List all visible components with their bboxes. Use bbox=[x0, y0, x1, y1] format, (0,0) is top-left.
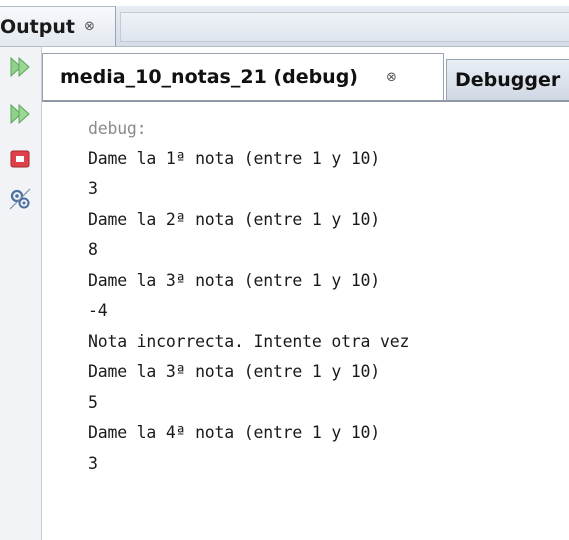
settings-icon[interactable] bbox=[8, 187, 32, 211]
output-window-title: Output bbox=[0, 15, 75, 38]
tab-label: Debugger bbox=[455, 69, 561, 91]
tab-debugger[interactable]: Debugger bbox=[446, 59, 569, 100]
console-line: debug: bbox=[88, 119, 147, 138]
console-line: Dame la 3ª nota (entre 1 y 10) bbox=[88, 271, 381, 290]
console-line: Dame la 2ª nota (entre 1 y 10) bbox=[88, 210, 381, 229]
output-window-header: Output ⊗ bbox=[0, 0, 569, 47]
close-icon[interactable]: ⊗ bbox=[84, 19, 95, 34]
console-line: Dame la 1ª nota (entre 1 y 10) bbox=[88, 149, 381, 168]
console-line: 3 bbox=[88, 454, 98, 473]
rerun-with-options-icon[interactable] bbox=[8, 102, 32, 126]
console-line: Nota incorrecta. Intente otra vez bbox=[88, 332, 410, 351]
console-line: Dame la 4ª nota (entre 1 y 10) bbox=[88, 423, 381, 442]
rerun-icon[interactable] bbox=[8, 55, 32, 79]
console-line: -4 bbox=[88, 301, 108, 320]
console-line: Dame la 3ª nota (entre 1 y 10) bbox=[88, 362, 381, 381]
tab-debug-output[interactable]: media_10_notas_21 (debug) ⊗ bbox=[42, 53, 444, 100]
output-window-tab[interactable]: Output ⊗ bbox=[0, 6, 116, 46]
tab-label: media_10_notas_21 (debug) bbox=[60, 66, 358, 88]
console-line: 8 bbox=[88, 240, 98, 259]
console-line: 3 bbox=[88, 179, 98, 198]
header-empty-area bbox=[120, 12, 569, 42]
stop-icon[interactable] bbox=[8, 147, 32, 171]
console-line: 5 bbox=[88, 393, 98, 412]
close-icon[interactable]: ⊗ bbox=[386, 70, 397, 85]
console-output[interactable]: debug: Dame la 1ª nota (entre 1 y 10) 3 … bbox=[42, 102, 569, 540]
output-toolbar bbox=[0, 47, 42, 540]
output-tabs: media_10_notas_21 (debug) ⊗ Debugger bbox=[42, 47, 569, 102]
